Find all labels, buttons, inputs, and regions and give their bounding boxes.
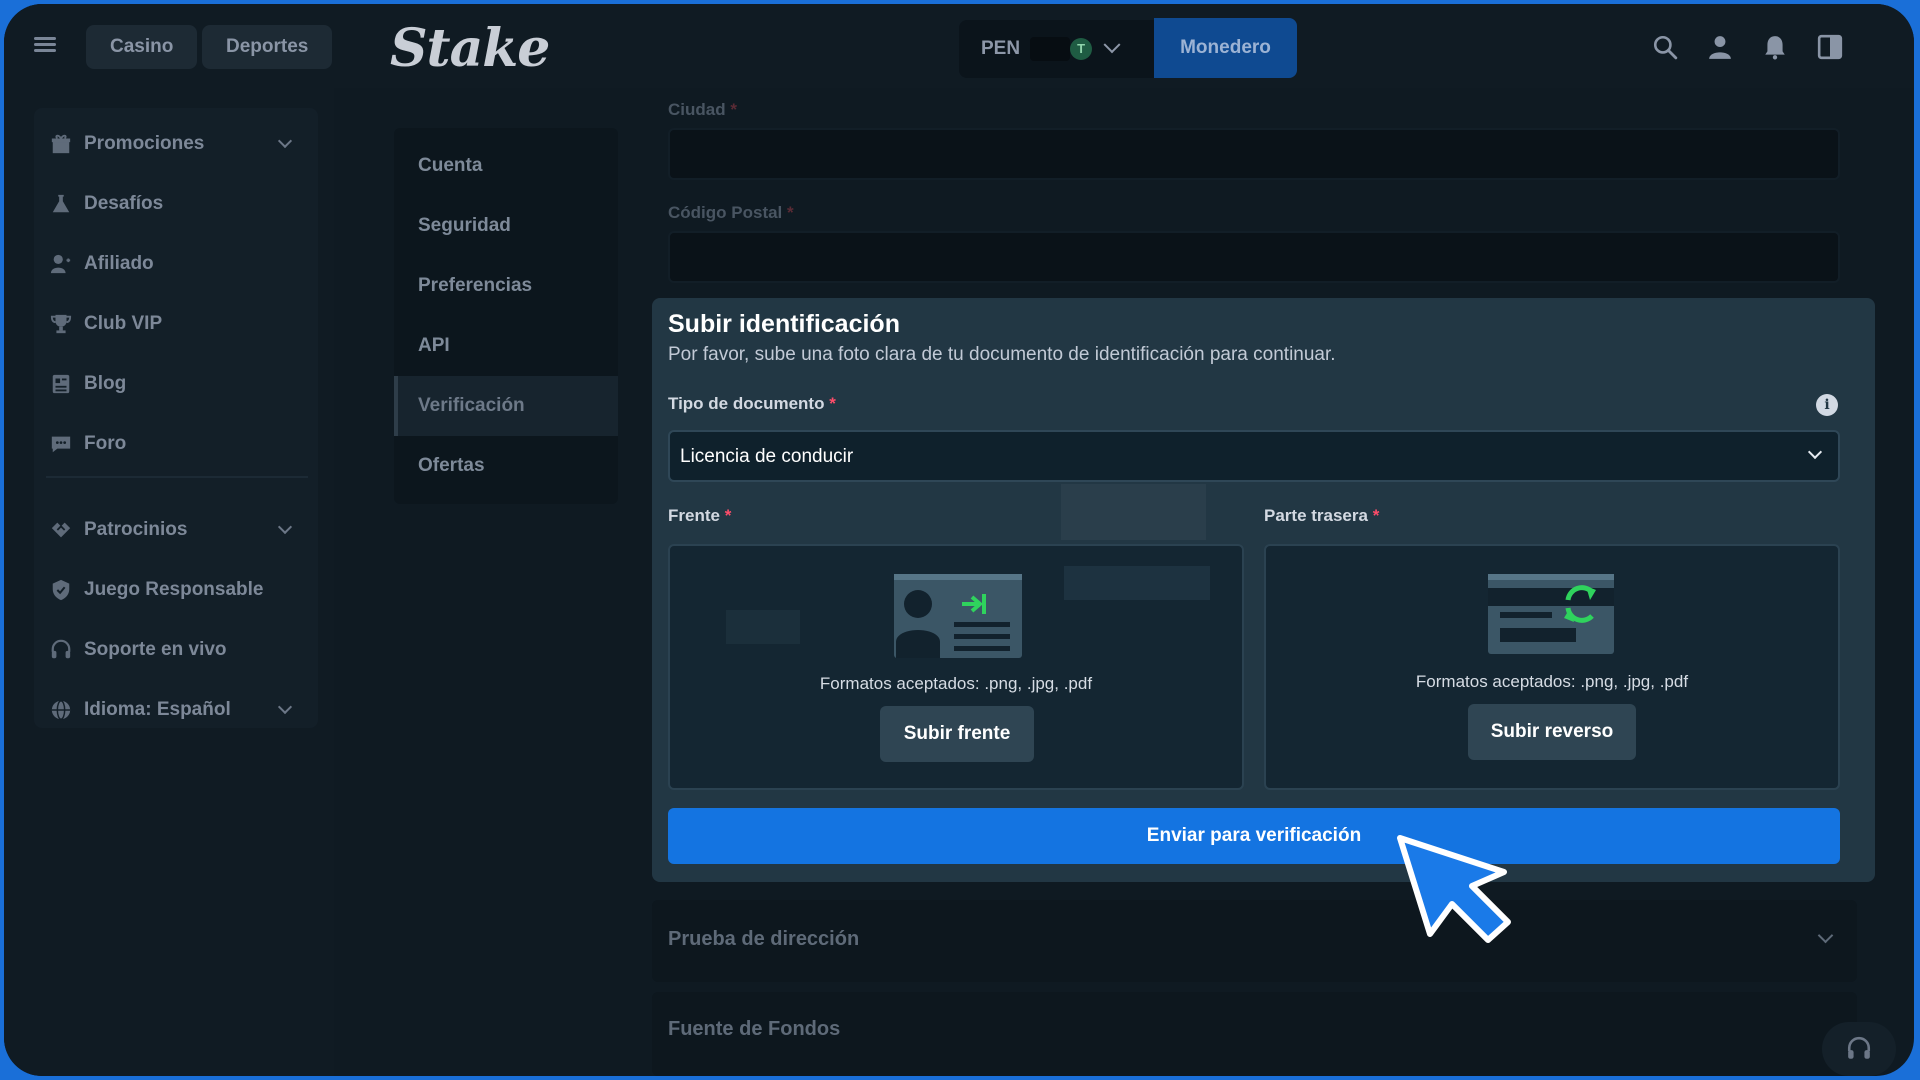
doc-type-value: Licencia de conducir (680, 446, 854, 467)
postal-code-label: Código Postal * (668, 203, 794, 222)
id-card-front-icon (894, 574, 1022, 658)
forum-icon (50, 433, 72, 455)
settings-nav-seguridad[interactable]: Seguridad (394, 196, 618, 256)
gift-icon (50, 133, 72, 155)
sidebar-item-label: Foro (84, 433, 127, 454)
currency-code: PEN (981, 38, 1021, 59)
balance-masked (1030, 37, 1071, 61)
doc-type-select[interactable]: Licencia de conducir (668, 430, 1840, 482)
city-input[interactable] (668, 128, 1840, 180)
sidebar-item-label: Club VIP (84, 313, 163, 334)
back-label: Parte trasera * (1264, 506, 1380, 525)
trophy-icon (50, 313, 72, 335)
sidebar-item-label: Patrocinios (84, 519, 188, 540)
chevron-down-icon (277, 699, 293, 715)
upload-back-button[interactable]: Subir reverso (1468, 704, 1636, 760)
sidebar-item-label: Juego Responsable (84, 579, 264, 600)
sidebar-item-patrocinios[interactable]: Patrocinios (50, 510, 310, 550)
panel-subtitle: Por favor, sube una foto clara de tu doc… (668, 344, 1336, 365)
chevron-down-icon (1817, 927, 1834, 944)
front-upload-area[interactable]: Formatos aceptados: .png, .jpg, .pdf Sub… (668, 544, 1244, 790)
submit-verification-button[interactable]: Enviar para verificación (668, 808, 1840, 864)
section-title: Prueba de dirección (668, 928, 860, 950)
id-card-back-icon (1488, 574, 1614, 654)
address-proof-section[interactable]: Prueba de dirección (652, 900, 1857, 982)
search-icon[interactable] (1652, 34, 1678, 60)
tab-casino[interactable]: Casino (86, 25, 198, 69)
upload-id-panel: Subir identificación Por favor, sube una… (652, 298, 1875, 882)
blog-icon (50, 373, 72, 395)
postal-code-input[interactable] (668, 231, 1840, 283)
sidebar-panel: Promociones Desafíos Afiliado Club VIP B… (34, 108, 318, 728)
redacted-area (1064, 566, 1210, 600)
sidebar-item-afiliado[interactable]: Afiliado (50, 244, 310, 284)
chevron-down-icon (1103, 36, 1121, 54)
hamburger-menu-icon[interactable] (34, 34, 56, 56)
sidebar-item-soporte[interactable]: Soporte en vivo (50, 630, 310, 670)
section-title: Fuente de Fondos (668, 1018, 841, 1040)
handshake-icon (50, 519, 72, 541)
chevron-down-icon (277, 519, 293, 535)
front-formats-text: Formatos aceptados: .png, .jpg, .pdf (819, 674, 1093, 693)
settings-nav-preferencias[interactable]: Preferencias (394, 256, 618, 316)
sidebar-item-desafios[interactable]: Desafíos (50, 184, 310, 224)
back-formats-text: Formatos aceptados: .png, .jpg, .pdf (1415, 672, 1689, 691)
sidebar-item-label: Desafíos (84, 193, 164, 214)
sidebar-item-promociones[interactable]: Promociones (50, 124, 310, 164)
currency-selector[interactable]: PEN T (959, 20, 1154, 78)
source-of-funds-section[interactable]: Fuente de Fondos (652, 992, 1857, 1076)
chevron-down-icon (277, 133, 293, 149)
headset-icon (50, 639, 72, 661)
settings-nav-ofertas[interactable]: Ofertas (394, 436, 618, 496)
bell-icon[interactable] (1762, 34, 1788, 60)
sidebar: Promociones Desafíos Afiliado Club VIP B… (4, 88, 334, 1076)
sidebar-toggle-icon[interactable] (1817, 34, 1843, 60)
doc-type-label: Tipo de documento * (668, 394, 836, 413)
shield-icon (50, 579, 72, 601)
flask-icon (50, 193, 72, 215)
currency-badge: T (1070, 38, 1093, 60)
front-label: Frente * (668, 506, 732, 525)
settings-nav-verificacion[interactable]: Verificación (394, 376, 618, 436)
sidebar-item-juego-responsable[interactable]: Juego Responsable (50, 570, 310, 610)
redacted-area (726, 610, 800, 644)
live-support-button[interactable] (1822, 1022, 1896, 1076)
sidebar-item-label: Promociones (84, 133, 205, 154)
tab-deportes[interactable]: Deportes (202, 25, 333, 69)
back-upload-area[interactable]: Formatos aceptados: .png, .jpg, .pdf Sub… (1264, 544, 1840, 790)
sidebar-item-label: Idioma: Español (84, 699, 231, 720)
app-frame: Casino Deportes Stake PEN T Monedero Pro… (4, 4, 1914, 1076)
globe-icon (50, 699, 72, 721)
upload-front-button[interactable]: Subir frente (880, 706, 1034, 762)
info-icon[interactable]: i (1816, 394, 1838, 416)
settings-nav-cuenta[interactable]: Cuenta (394, 136, 618, 196)
user-icon[interactable] (1707, 34, 1733, 60)
top-bar: Casino Deportes Stake PEN T Monedero (4, 4, 1914, 88)
settings-nav-api[interactable]: API (394, 316, 618, 376)
sidebar-item-blog[interactable]: Blog (50, 364, 310, 404)
sidebar-item-label: Soporte en vivo (84, 639, 227, 660)
city-label: Ciudad * (668, 100, 737, 119)
pointer-cursor-icon (1397, 835, 1511, 943)
sidebar-item-foro[interactable]: Foro (50, 424, 310, 464)
sidebar-item-idioma[interactable]: Idioma: Español (50, 690, 310, 730)
chevron-down-icon (1807, 444, 1823, 460)
affiliate-icon (50, 253, 72, 275)
panel-title: Subir identificación (668, 310, 900, 338)
sidebar-item-label: Blog (84, 373, 127, 394)
settings-nav: Cuenta Seguridad Preferencias API Verifi… (394, 128, 618, 504)
headset-icon (1847, 1036, 1871, 1059)
wallet-button[interactable]: Monedero (1154, 18, 1297, 78)
redacted-area (1061, 484, 1206, 540)
sidebar-divider (46, 476, 308, 478)
sidebar-item-label: Afiliado (84, 253, 154, 274)
sidebar-item-club-vip[interactable]: Club VIP (50, 304, 310, 344)
stake-logo[interactable]: Stake (390, 18, 550, 79)
